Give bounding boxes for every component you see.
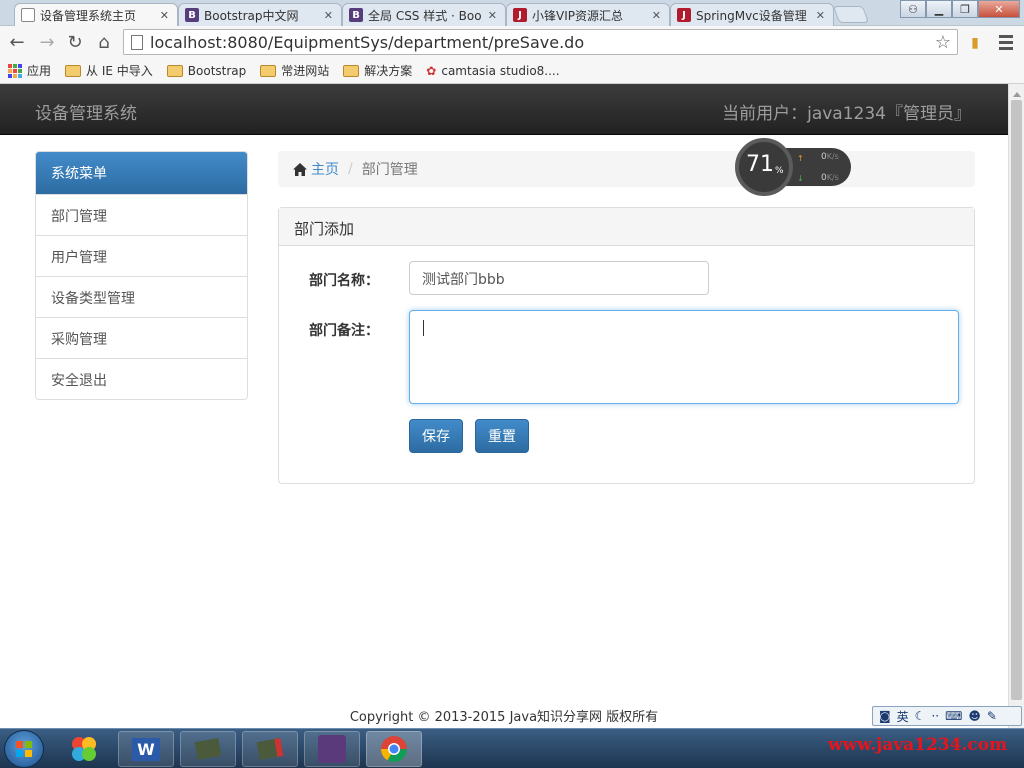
breadcrumb-current: 部门管理 — [361, 162, 418, 178]
close-icon[interactable]: ✕ — [160, 9, 169, 22]
department-remark-label: 部门备注： — [309, 323, 379, 339]
reset-button[interactable]: 重置 — [475, 419, 529, 453]
close-icon[interactable]: ✕ — [816, 9, 825, 22]
department-name-label: 部门名称： — [309, 273, 379, 289]
sidebar-item-equipment-type[interactable]: 设备类型管理 — [36, 276, 247, 317]
top-navbar: 设备管理系统 当前用户：java1234『管理员』 — [0, 84, 1008, 135]
page-icon — [131, 35, 143, 50]
app-brand[interactable]: 设备管理系统 — [35, 99, 137, 124]
panel-title: 部门添加 — [279, 208, 974, 246]
ime-toolbar[interactable]: ◙ 英 ☾ ·· ⌨ ☻ ✎ — [872, 706, 1022, 726]
sidebar-item-department[interactable]: 部门管理 — [36, 194, 247, 235]
keyboard-icon[interactable]: ⌨ — [945, 709, 962, 723]
bookmark-ie-import[interactable]: 从 IE 中导入 — [65, 62, 153, 79]
system-menu: 系统菜单 部门管理 用户管理 设备类型管理 采购管理 安全退出 — [35, 151, 248, 400]
folder-icon — [260, 64, 277, 77]
download-arrow-icon: ↓ — [797, 174, 804, 183]
upload-arrow-icon: ↑ — [797, 154, 804, 163]
save-button[interactable]: 保存 — [409, 419, 463, 453]
page-icon — [21, 8, 35, 22]
folder-icon — [343, 64, 360, 77]
close-icon[interactable]: ✕ — [324, 9, 333, 22]
sidebar-item-logout[interactable]: 安全退出 — [36, 358, 247, 399]
word-app-icon[interactable]: W — [118, 731, 174, 767]
sidebar-item-user[interactable]: 用户管理 — [36, 235, 247, 276]
extension-icon[interactable]: ▮ — [964, 32, 986, 54]
java-ee-ide-icon[interactable] — [304, 731, 360, 767]
bookmark-frequent-sites[interactable]: 常进网站 — [260, 62, 329, 79]
bookmark-solutions[interactable]: 解决方案 — [343, 62, 412, 79]
browser-tab-springmvc[interactable]: J SpringMvc设备管理 ✕ — [670, 3, 834, 26]
url-text: localhost:8080/EquipmentSys/department/p… — [150, 32, 585, 52]
breadcrumb-separator: / — [348, 161, 353, 177]
chrome-app-icon[interactable] — [366, 731, 422, 767]
bookmark-bootstrap[interactable]: Bootstrap — [166, 64, 246, 78]
new-tab-button[interactable] — [832, 6, 870, 23]
folder-icon — [65, 64, 82, 77]
browser-toolbar: ← → ↻ ⌂ localhost:8080/EquipmentSys/depa… — [0, 26, 1024, 58]
memory-usage-ring: 71 % — [735, 138, 793, 196]
home-icon — [293, 162, 307, 176]
bootstrap-b-icon: B — [349, 8, 363, 22]
user-icon[interactable]: ☻ — [968, 709, 981, 723]
page-scrollbar[interactable] — [1008, 84, 1024, 728]
punctuation-icon[interactable]: ·· — [931, 709, 939, 723]
department-add-panel: 部门添加 部门名称： 测试部门bbb 部门备注： 保存 重置 — [278, 207, 975, 484]
pinwheel-app-icon[interactable] — [56, 731, 112, 767]
breadcrumb-home-link[interactable]: 主页 — [311, 159, 339, 179]
department-name-input[interactable]: 测试部门bbb — [409, 261, 709, 295]
java-j-icon: J — [513, 8, 527, 22]
scrollbar-thumb[interactable] — [1011, 100, 1022, 700]
back-arrow-icon[interactable]: ← — [6, 31, 28, 53]
window-close-button[interactable]: ✕ — [978, 0, 1020, 18]
camtasia-icon: ✿ — [426, 63, 437, 78]
bootstrap-b-icon: B — [185, 8, 199, 22]
browser-tab-strip: 设备管理系统主页 ✕ B Bootstrap中文网 ✕ B 全局 CSS 样式 … — [0, 0, 1024, 26]
browser-menu-button[interactable] — [996, 30, 1018, 54]
network-speed-widget[interactable]: 71 % ↑ ↓ 0K/s 0K/s — [735, 138, 851, 196]
close-icon[interactable]: ✕ — [652, 9, 661, 22]
address-bar[interactable]: localhost:8080/EquipmentSys/department/p… — [123, 29, 958, 55]
browser-tab-vip-resources[interactable]: J 小锋VIP资源汇总 ✕ — [506, 3, 670, 26]
close-icon[interactable]: ✕ — [488, 9, 497, 22]
scroll-up-arrow-icon[interactable] — [1013, 88, 1021, 97]
bookmarks-bar: 应用 从 IE 中导入 Bootstrap 常进网站 解决方案 ✿ camtasi… — [0, 58, 1024, 84]
java-j-icon: J — [677, 8, 691, 22]
browser-tab-bootstrap-cn[interactable]: B Bootstrap中文网 ✕ — [178, 3, 342, 26]
bookmark-star-icon[interactable]: ☆ — [935, 32, 951, 53]
ime-language[interactable]: 英 — [897, 708, 909, 725]
breadcrumb: 主页 / 部门管理 — [278, 151, 975, 187]
wrench-icon[interactable]: ✎ — [987, 709, 997, 723]
department-remark-textarea[interactable] — [409, 310, 959, 404]
bookmark-apps[interactable]: 应用 — [0, 62, 51, 79]
current-user: 当前用户：java1234『管理员』 — [722, 104, 971, 124]
apps-grid-icon — [8, 63, 22, 78]
system-menu-header: 系统菜单 — [36, 152, 247, 194]
terminal-app-icon[interactable] — [180, 731, 236, 767]
upload-speed: 0K/s — [821, 152, 839, 162]
window-controls: ⚇ ▁ ❐ ✕ — [900, 0, 1020, 18]
ime-logo-icon: ◙ — [879, 709, 891, 723]
reload-icon[interactable]: ↻ — [64, 31, 86, 53]
moon-icon[interactable]: ☾ — [915, 709, 926, 723]
minimize-button[interactable]: ▁ — [926, 0, 952, 18]
home-icon[interactable]: ⌂ — [93, 31, 115, 53]
forward-arrow-icon[interactable]: → — [36, 31, 58, 53]
sidebar-item-purchase[interactable]: 采购管理 — [36, 317, 247, 358]
folder-icon — [166, 64, 183, 77]
bookmark-camtasia[interactable]: ✿ camtasia studio8.... — [426, 64, 559, 78]
page-footer: Copyright © 2013-2015 Java知识分享网 版权所有 — [349, 710, 659, 725]
download-speed: 0K/s — [821, 173, 839, 183]
browser-tab-global-css[interactable]: B 全局 CSS 样式 · Boo ✕ — [342, 3, 506, 26]
browser-tab-equipment-home[interactable]: 设备管理系统主页 ✕ — [14, 3, 178, 26]
start-button[interactable] — [4, 730, 44, 768]
user-profile-icon[interactable]: ⚇ — [900, 0, 926, 18]
web-page: 设备管理系统 当前用户：java1234『管理员』 系统菜单 部门管理 用户管理… — [0, 84, 1008, 728]
terminal-app-icon-2[interactable] — [242, 731, 298, 767]
text-caret — [423, 320, 424, 336]
watermark: www.java1234.com — [828, 735, 1008, 755]
maximize-button[interactable]: ❐ — [952, 0, 978, 18]
